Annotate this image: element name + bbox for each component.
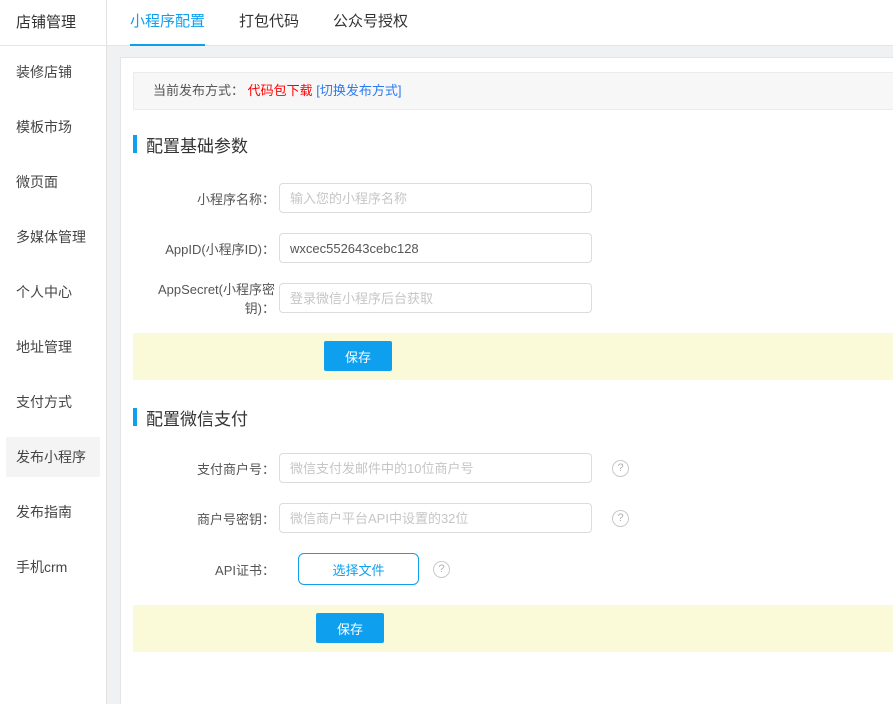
sidebar-item-1[interactable]: 装修店铺 xyxy=(0,52,106,102)
sidebar-item-3[interactable]: 微页面 xyxy=(0,162,106,212)
sidebar-item-label: 微页面 xyxy=(6,162,100,202)
section-title: 配置微信支付 xyxy=(133,406,893,428)
save-button[interactable]: 保存 xyxy=(324,341,392,371)
sidebar-item-label: 模板市场 xyxy=(6,107,100,147)
tab-2[interactable]: 打包代码 xyxy=(239,0,299,46)
section-title-text: 配置微信支付 xyxy=(146,405,248,430)
sidebar-item-label: 装修店铺 xyxy=(6,52,100,92)
section-accent-bar xyxy=(133,408,137,426)
save-bar: 保存 xyxy=(133,605,893,652)
save-button[interactable]: 保存 xyxy=(316,613,384,643)
field-label: 支付商户号： xyxy=(133,459,275,478)
sidebar-item-10[interactable]: 手机crm xyxy=(0,547,106,597)
sidebar-item-9[interactable]: 发布指南 xyxy=(0,492,106,542)
form-section-1: 小程序名称： AppID(小程序ID)： AppSecret(小程序密钥)： xyxy=(133,183,893,313)
notice-prefix: 当前发布方式： xyxy=(153,83,244,98)
sidebar-item-5[interactable]: 个人中心 xyxy=(0,272,106,322)
field-label: AppSecret(小程序密钥)： xyxy=(133,279,275,317)
sidebar-item-4[interactable]: 多媒体管理 xyxy=(0,217,106,267)
tab-1[interactable]: 小程序配置 xyxy=(130,0,205,46)
form-row: 小程序名称： xyxy=(133,183,893,213)
switch-publish-method-link[interactable]: [切换发布方式] xyxy=(316,83,401,98)
help-icon[interactable]: ? xyxy=(612,510,629,527)
tab-bar: 小程序配置打包代码公众号授权 xyxy=(107,0,893,46)
section-title-text: 配置基础参数 xyxy=(146,132,248,157)
sidebar-item-label: 地址管理 xyxy=(6,327,100,367)
field-label: 商户号密钥： xyxy=(133,509,275,528)
sidebar-item-label: 发布小程序 xyxy=(6,437,100,477)
publish-method-notice: 当前发布方式： 代码包下载 [切换发布方式] xyxy=(133,72,893,110)
sidebar-item-7[interactable]: 支付方式 xyxy=(0,382,106,432)
sidebar-item-2[interactable]: 模板市场 xyxy=(0,107,106,157)
save-bar: 保存 xyxy=(133,333,893,380)
form-row: 支付商户号：? xyxy=(133,453,893,483)
form-row: 商户号密钥：? xyxy=(133,503,893,533)
help-icon[interactable]: ? xyxy=(612,460,629,477)
field-input-1-3[interactable] xyxy=(279,283,592,313)
form-row: AppSecret(小程序密钥)： xyxy=(133,283,893,313)
sidebar-item-label: 发布指南 xyxy=(6,492,100,532)
sidebar-menu: 装修店铺模板市场微页面多媒体管理个人中心地址管理支付方式发布小程序发布指南手机c… xyxy=(0,52,106,597)
form-row: AppID(小程序ID)： xyxy=(133,233,893,263)
sidebar-item-label: 手机crm xyxy=(6,547,100,587)
sidebar-item-label: 个人中心 xyxy=(6,272,100,312)
notice-method: 代码包下载 xyxy=(248,83,313,98)
content-card: 当前发布方式： 代码包下载 [切换发布方式] 配置基础参数小程序名称： AppID… xyxy=(120,57,893,704)
field-input-2-2[interactable] xyxy=(279,503,592,533)
sidebar: 店铺管理 装修店铺模板市场微页面多媒体管理个人中心地址管理支付方式发布小程序发布… xyxy=(0,0,107,704)
field-input-1-1[interactable] xyxy=(279,183,592,213)
sidebar-header: 店铺管理 xyxy=(0,0,106,46)
sidebar-item-6[interactable]: 地址管理 xyxy=(0,327,106,377)
field-label: 小程序名称： xyxy=(133,189,275,208)
field-input-2-1[interactable] xyxy=(279,453,592,483)
help-icon[interactable]: ? xyxy=(433,561,450,578)
field-input-1-2[interactable] xyxy=(279,233,592,263)
tab-3[interactable]: 公众号授权 xyxy=(333,0,408,46)
section-accent-bar xyxy=(133,135,137,153)
sidebar-item-label: 支付方式 xyxy=(6,382,100,422)
section-title: 配置基础参数 xyxy=(133,133,893,155)
sidebar-item-8[interactable]: 发布小程序 xyxy=(0,437,106,487)
form-section-2: 支付商户号：?商户号密钥：?API证书：选择文件? xyxy=(133,453,893,585)
sidebar-item-label: 多媒体管理 xyxy=(6,217,100,257)
field-label: AppID(小程序ID)： xyxy=(133,239,275,258)
field-label: API证书： xyxy=(133,560,275,579)
form-row: API证书： 选择文件? xyxy=(133,553,893,585)
choose-file-button[interactable]: 选择文件 xyxy=(298,553,419,585)
